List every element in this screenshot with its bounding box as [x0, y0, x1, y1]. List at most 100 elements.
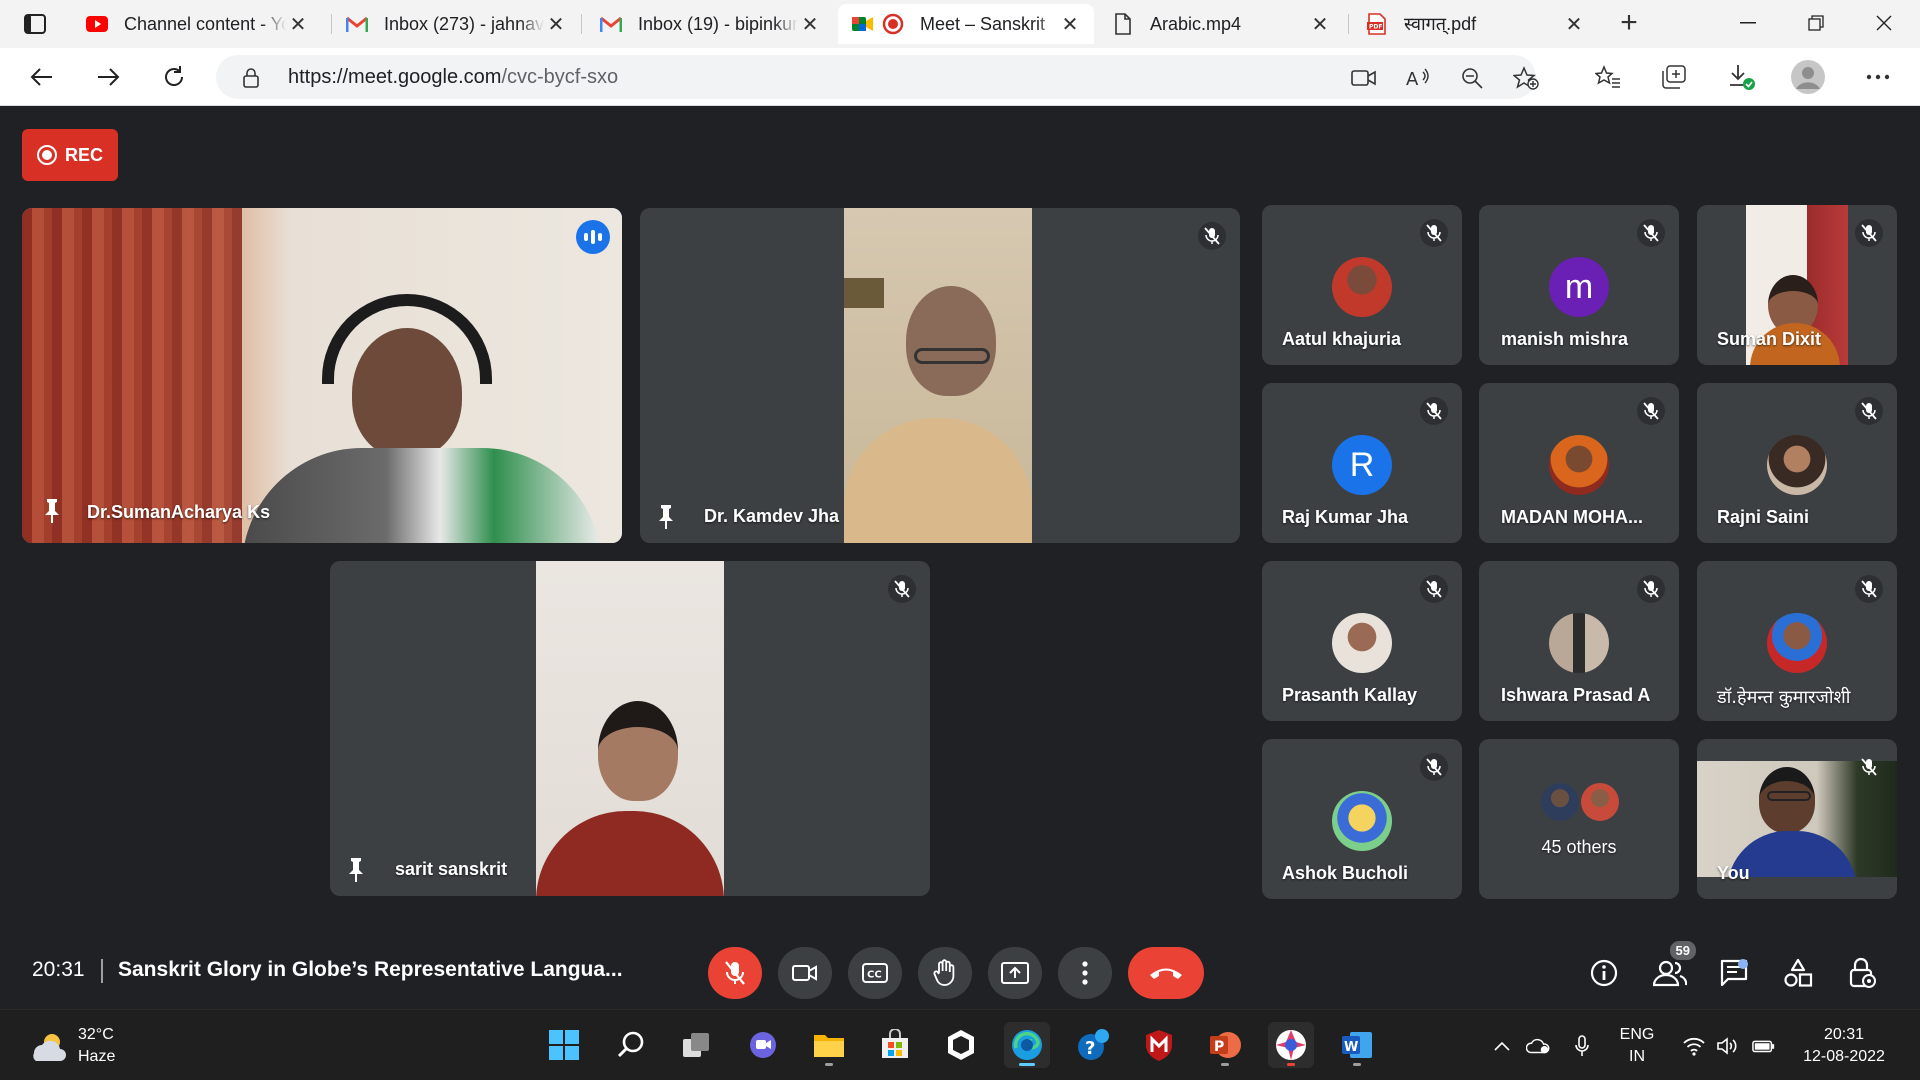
refresh-button[interactable]: [154, 57, 194, 97]
microsoft-store-button[interactable]: [872, 1022, 918, 1068]
lock-icon[interactable]: [242, 67, 260, 94]
participant-tile-main-speaker[interactable]: Dr.SumanAcharya Ks: [22, 208, 622, 543]
forward-button[interactable]: [88, 57, 128, 97]
file-icon: [1112, 13, 1134, 35]
onedrive-cloud-icon[interactable]: [1526, 1034, 1550, 1058]
zoom-out-icon[interactable]: [1458, 64, 1486, 92]
mcafee-button[interactable]: [1136, 1022, 1182, 1068]
avatar: [1767, 435, 1827, 495]
participant-tile-madan[interactable]: MADAN MOHA...: [1479, 383, 1679, 543]
edge-browser-button[interactable]: [1004, 1022, 1050, 1068]
host-controls-button[interactable]: [1840, 951, 1884, 995]
app-button[interactable]: [938, 1022, 984, 1068]
participant-tile-manish[interactable]: m manish mishra: [1479, 205, 1679, 365]
favorites-icon[interactable]: [1590, 59, 1626, 95]
system-clock[interactable]: 20:31 12-08-2022: [1796, 1024, 1892, 1068]
muted-mic-icon: [1855, 575, 1883, 603]
task-view-button[interactable]: [674, 1022, 720, 1068]
meeting-details-button[interactable]: [1582, 951, 1626, 995]
tab-youtube-studio[interactable]: Channel content - YouTube Studio ✕: [72, 4, 322, 44]
address-bar[interactable]: https://meet.google.com/cvc-bycf-sxo A: [216, 55, 1539, 99]
new-tab-button[interactable]: +: [1612, 8, 1646, 40]
tab-title: Inbox (19) - bipinkumar: [638, 13, 798, 34]
profile-avatar[interactable]: [1790, 59, 1826, 95]
raise-hand-button[interactable]: [918, 947, 972, 999]
present-screen-button[interactable]: [988, 947, 1042, 999]
participant-name: Suman Dixit: [1717, 329, 1822, 349]
show-hidden-icons-chevron-icon[interactable]: [1490, 1034, 1514, 1058]
captions-button[interactable]: CC: [848, 947, 902, 999]
pin-icon[interactable]: [656, 504, 676, 530]
search-button[interactable]: [608, 1022, 654, 1068]
close-tab-icon[interactable]: ✕: [286, 12, 310, 37]
show-everyone-button[interactable]: 59: [1648, 939, 1698, 995]
more-options-button[interactable]: [1058, 947, 1112, 999]
participant-tile-suman-dixit[interactable]: Suman Dixit: [1697, 205, 1897, 365]
tab-google-meet[interactable]: Meet – Sanskrit ✕: [838, 4, 1094, 44]
activities-button[interactable]: [1776, 951, 1820, 995]
tab-actions-icon[interactable]: [14, 10, 56, 38]
participant-tile-hemant[interactable]: डॉ.हेमन्त कुमारजोशी: [1697, 561, 1897, 721]
glasses: [914, 348, 990, 364]
start-button[interactable]: [541, 1022, 587, 1068]
add-favorite-icon[interactable]: [1512, 64, 1540, 92]
weather-widget[interactable]: 32°C Haze: [28, 1024, 115, 1068]
present-screen-icon: [1001, 962, 1029, 984]
wifi-icon[interactable]: [1682, 1034, 1706, 1058]
downloads-icon[interactable]: [1724, 59, 1760, 95]
participant-tile-sarit[interactable]: sarit sanskrit: [330, 561, 930, 896]
volume-icon[interactable]: [1716, 1034, 1740, 1058]
collections-icon[interactable]: [1656, 59, 1692, 95]
tab-arabic-mp4[interactable]: Arabic.mp4 ✕: [1098, 4, 1344, 44]
svg-text:CC: CC: [867, 970, 882, 981]
leave-call-button[interactable]: [1128, 947, 1204, 999]
battery-icon[interactable]: [1752, 1034, 1776, 1058]
minimize-button[interactable]: [1718, 6, 1778, 40]
participant-tile-rajni[interactable]: Rajni Saini: [1697, 383, 1897, 543]
toggle-mic-button[interactable]: [708, 947, 762, 999]
pin-icon[interactable]: [346, 857, 366, 883]
tab-gmail-2[interactable]: Inbox (19) - bipinkumar ✕: [586, 4, 834, 44]
powerpoint-button[interactable]: P: [1202, 1022, 1248, 1068]
avatar: [1581, 783, 1619, 821]
participant-tile-you[interactable]: You: [1697, 739, 1897, 899]
chat-button[interactable]: [1712, 951, 1756, 995]
muted-mic-icon: [888, 575, 916, 603]
get-help-button[interactable]: ?: [1070, 1022, 1116, 1068]
participant-name: Dr.SumanAcharya Ks: [87, 502, 271, 522]
microphone-in-use-icon[interactable]: [1570, 1034, 1594, 1058]
participant-tile-raj-kumar[interactable]: R Raj Kumar Jha: [1262, 383, 1462, 543]
recording-app-button[interactable]: [1268, 1022, 1314, 1068]
camera-in-use-icon[interactable]: [1350, 64, 1378, 92]
participant-tile-ashok[interactable]: Ashok Bucholi: [1262, 739, 1462, 899]
participant-tile-others[interactable]: 45 others: [1479, 739, 1679, 899]
input-language[interactable]: ENG IN: [1612, 1024, 1662, 1068]
running-indicator: [825, 1063, 833, 1066]
more-menu-icon[interactable]: [1860, 59, 1896, 95]
participant-tile-aatul[interactable]: Aatul khajuria: [1262, 205, 1462, 365]
muted-mic-icon: [1420, 753, 1448, 781]
close-window-button[interactable]: [1854, 6, 1914, 40]
read-aloud-icon[interactable]: A: [1404, 64, 1432, 92]
participant-tile-ishwara[interactable]: Ishwara Prasad A: [1479, 561, 1679, 721]
meeting-title[interactable]: Sanskrit Glory in Globe’s Representative…: [118, 958, 623, 982]
powerpoint-icon: P: [1210, 1032, 1241, 1058]
back-button[interactable]: [22, 57, 62, 97]
teams-chat-button[interactable]: [740, 1022, 786, 1068]
activities-icon: [1784, 958, 1813, 987]
participant-tile-kamdev[interactable]: Dr. Kamdev Jha: [640, 208, 1240, 543]
close-tab-icon[interactable]: ✕: [1562, 12, 1586, 37]
toggle-camera-button[interactable]: [778, 947, 832, 999]
file-explorer-button[interactable]: [806, 1022, 852, 1068]
participant-tile-prasanth[interactable]: Prasanth Kallay: [1262, 561, 1462, 721]
close-tab-icon[interactable]: ✕: [798, 12, 822, 37]
pin-icon[interactable]: [42, 498, 62, 524]
tab-pdf[interactable]: PDF स्वागत्.pdf ✕: [1352, 4, 1598, 44]
close-tab-icon[interactable]: ✕: [544, 12, 568, 37]
url-host: https://meet.google.com: [288, 66, 502, 88]
tab-gmail-1[interactable]: Inbox (273) - jahnavi ✕: [332, 4, 580, 44]
restore-button[interactable]: [1786, 6, 1846, 40]
word-button[interactable]: W: [1334, 1022, 1380, 1068]
close-tab-icon[interactable]: ✕: [1058, 12, 1082, 37]
close-tab-icon[interactable]: ✕: [1308, 12, 1332, 37]
